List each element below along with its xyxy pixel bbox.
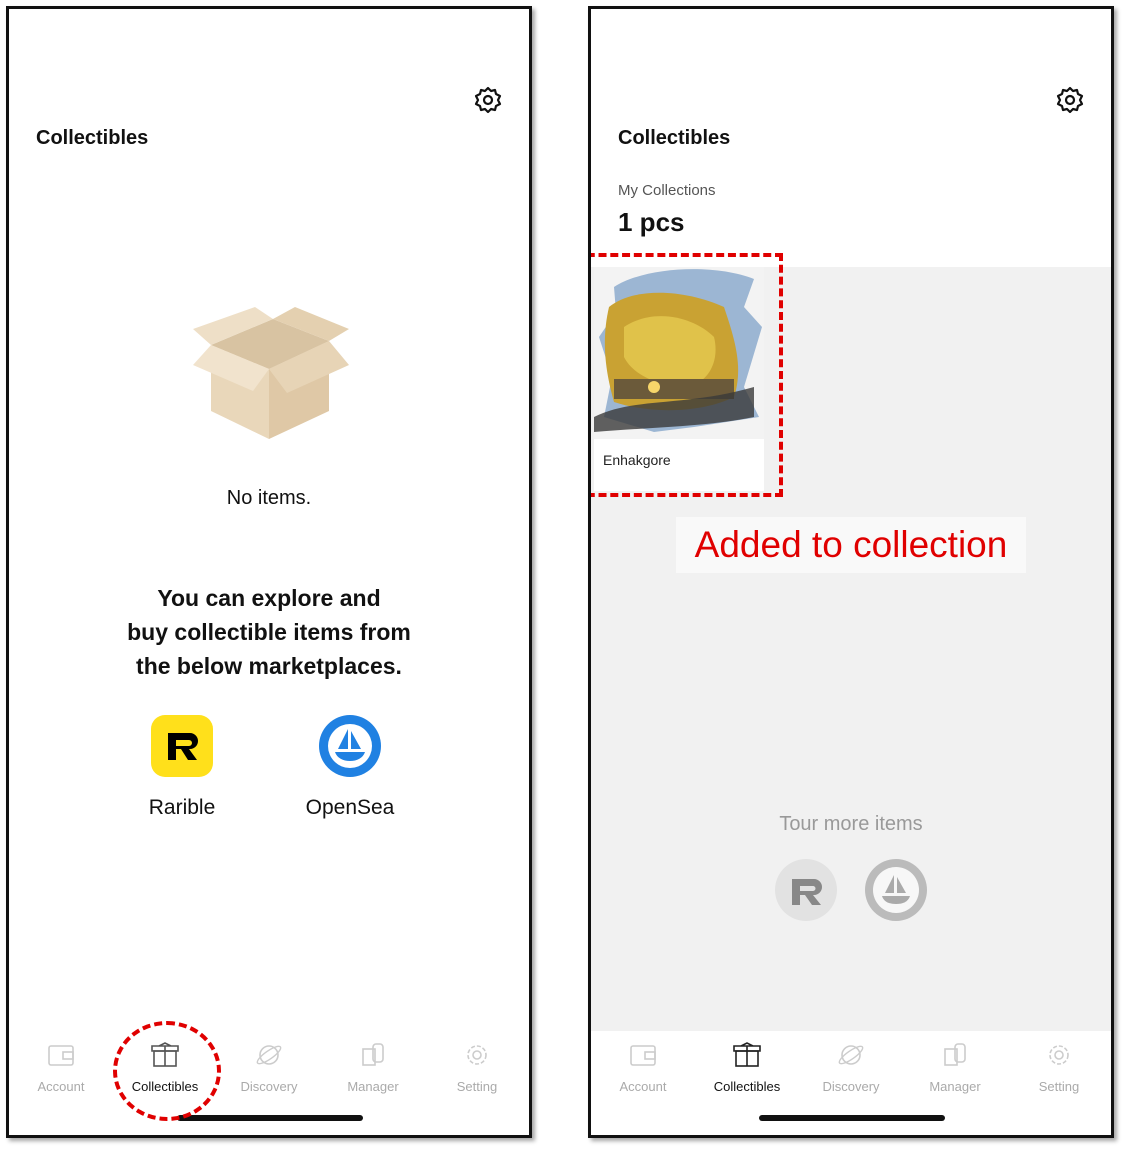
tab-label: Account xyxy=(619,1079,667,1094)
tab-label: Setting xyxy=(456,1079,498,1094)
tab-label: Discovery xyxy=(822,1079,880,1094)
opensea-icon xyxy=(319,715,381,777)
callout-label: Added to collection xyxy=(676,517,1026,573)
tab-setting[interactable]: Setting xyxy=(425,1041,529,1094)
tab-manager[interactable]: Manager xyxy=(321,1041,425,1094)
tab-label: Setting xyxy=(1038,1079,1080,1094)
tab-discovery[interactable]: Discovery xyxy=(217,1041,321,1094)
explore-line: buy collectible items from xyxy=(127,619,411,645)
bottom-tab-bar: Account Collectibles Discovery Manager S… xyxy=(591,1031,1111,1135)
manager-icon xyxy=(362,1043,384,1066)
rarible-icon[interactable] xyxy=(775,859,837,921)
tab-discovery[interactable]: Discovery xyxy=(799,1041,903,1094)
section-label: My Collections xyxy=(618,182,716,199)
explore-message: You can explore and buy collectible item… xyxy=(9,581,529,683)
rarible-icon xyxy=(151,715,213,777)
gift-box-icon xyxy=(733,1042,761,1067)
tab-account[interactable]: Account xyxy=(591,1041,695,1094)
explore-line: You can explore and xyxy=(157,585,381,611)
page-title: Collectibles xyxy=(36,127,149,149)
rarible-marketplace-link[interactable]: Rarible xyxy=(122,715,242,820)
highlight-callout-rect xyxy=(591,253,783,497)
empty-state-text: No items. xyxy=(226,487,312,509)
empty-box-icon xyxy=(193,307,349,439)
settings-gear-icon[interactable] xyxy=(1055,85,1085,115)
gear-icon xyxy=(467,1045,487,1065)
page-title: Collectibles xyxy=(618,127,731,149)
tab-collectibles[interactable]: Collectibles xyxy=(695,1041,799,1094)
phone-screen-collection: Collectibles My Collections 1 pcs Enhakg… xyxy=(588,6,1114,1138)
tab-label: Manager xyxy=(347,1079,399,1094)
opensea-icon[interactable] xyxy=(865,859,927,921)
settings-gear-icon[interactable] xyxy=(473,85,503,115)
tab-label: Collectibles xyxy=(713,1079,781,1094)
marketplace-label: Rarible xyxy=(148,796,216,819)
phone-screen-empty: Collectibles No items. You can explore a… xyxy=(6,6,532,1138)
wallet-icon xyxy=(630,1045,656,1066)
tab-manager[interactable]: Manager xyxy=(903,1041,1007,1094)
home-indicator xyxy=(759,1115,945,1121)
tour-more-label: Tour more items xyxy=(779,813,923,835)
tab-label: Account xyxy=(37,1079,85,1094)
tab-label: Discovery xyxy=(240,1079,298,1094)
tab-setting[interactable]: Setting xyxy=(1007,1041,1111,1094)
opensea-marketplace-link[interactable]: OpenSea xyxy=(290,715,410,820)
tab-label: Manager xyxy=(929,1079,981,1094)
wallet-icon xyxy=(48,1045,74,1066)
explore-line: the below marketplaces. xyxy=(136,653,402,679)
highlight-callout-ellipse xyxy=(113,1021,221,1121)
bottom-tab-bar: Account Collectibles Discovery Manager S… xyxy=(9,1031,529,1135)
gear-icon xyxy=(1049,1045,1069,1065)
planet-icon xyxy=(838,1045,864,1065)
marketplace-label: OpenSea xyxy=(305,796,395,819)
home-indicator xyxy=(177,1115,363,1121)
tab-account[interactable]: Account xyxy=(9,1041,113,1094)
planet-icon xyxy=(256,1045,282,1065)
manager-icon xyxy=(944,1043,966,1066)
collection-count: 1 pcs xyxy=(618,207,685,237)
